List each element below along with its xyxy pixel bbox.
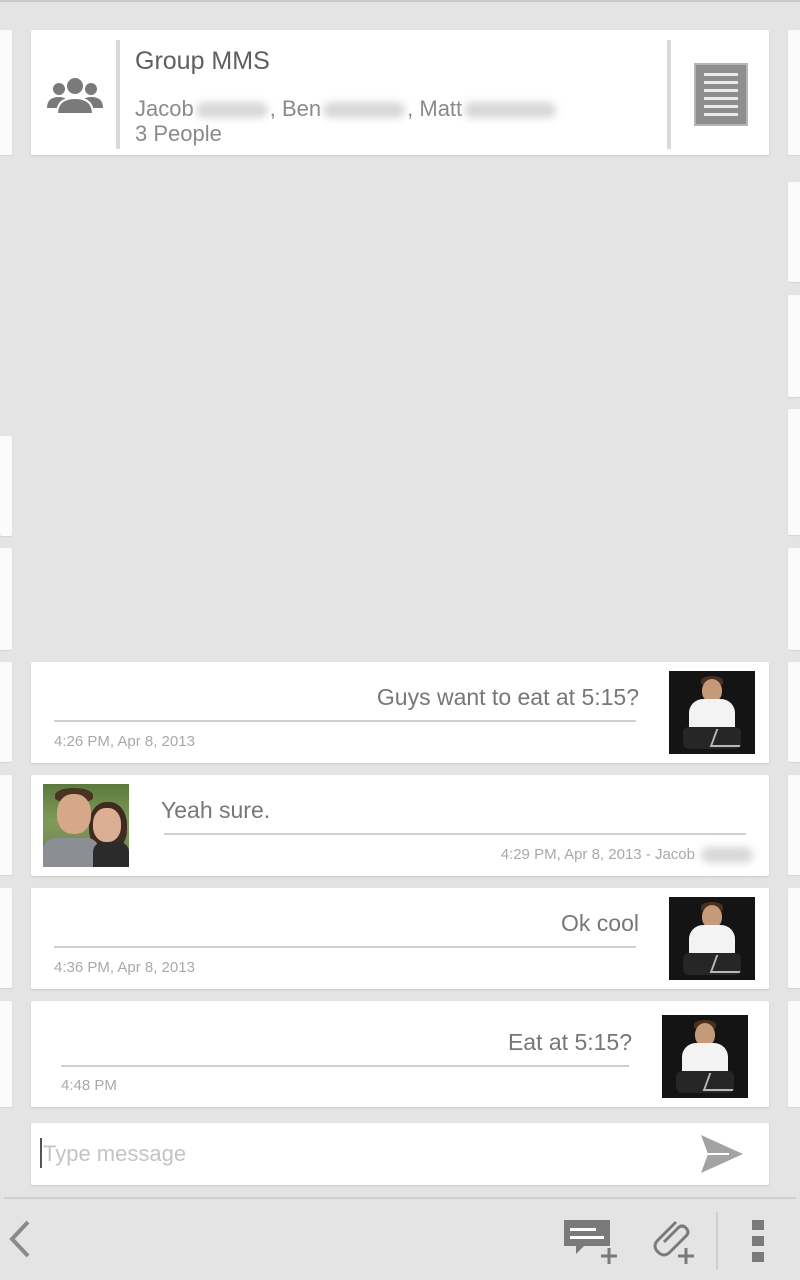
right-card-edge bbox=[788, 662, 800, 762]
message-text: Eat at 5:15? bbox=[507, 1029, 632, 1055]
message-composer bbox=[31, 1123, 769, 1185]
message-input[interactable] bbox=[41, 1133, 681, 1175]
attach-icon[interactable] bbox=[646, 1214, 698, 1264]
left-card-edge bbox=[0, 775, 12, 875]
left-card-edge bbox=[0, 888, 12, 988]
list-separator: , bbox=[269, 96, 276, 121]
participant-name: Ben bbox=[281, 96, 322, 121]
action-bar-divider bbox=[4, 1197, 796, 1199]
message-divider bbox=[54, 720, 636, 722]
overflow-menu-icon[interactable] bbox=[748, 1218, 768, 1264]
redacted-surname bbox=[464, 102, 557, 119]
action-bar-separator bbox=[716, 1212, 718, 1270]
left-card-edge bbox=[0, 30, 12, 155]
right-card-edge bbox=[788, 30, 800, 155]
right-card-edge bbox=[788, 409, 800, 535]
redacted-surname bbox=[701, 847, 753, 863]
message-text: Ok cool bbox=[561, 910, 639, 936]
message-timestamp: 4:29 PM, Apr 8, 2013 - Jacob bbox=[500, 846, 695, 863]
left-card-edge bbox=[0, 662, 12, 762]
right-card-edge bbox=[788, 295, 800, 397]
message-bubble-received[interactable]: Yeah sure. 4:29 PM, Apr 8, 2013 - Jacob bbox=[31, 775, 769, 876]
left-card-edge bbox=[0, 1001, 12, 1107]
top-divider bbox=[0, 0, 800, 2]
avatar[interactable] bbox=[669, 671, 755, 754]
message-timestamp: 4:36 PM, Apr 8, 2013 bbox=[54, 959, 195, 976]
new-message-icon[interactable] bbox=[562, 1218, 622, 1264]
header-divider bbox=[667, 40, 671, 149]
list-separator: , bbox=[407, 96, 414, 121]
left-card-edge bbox=[0, 436, 12, 536]
header-divider bbox=[116, 40, 120, 149]
group-icon bbox=[47, 76, 103, 114]
right-card-edge bbox=[788, 548, 800, 650]
redacted-surname bbox=[195, 102, 268, 119]
document-icon[interactable] bbox=[694, 63, 748, 126]
message-divider bbox=[164, 833, 746, 835]
right-card-edge bbox=[788, 775, 800, 875]
right-card-edge bbox=[788, 1001, 800, 1107]
message-bubble-sent[interactable]: Eat at 5:15? 4:48 PM bbox=[31, 1001, 769, 1107]
participant-name: Jacob bbox=[135, 96, 194, 121]
right-card-edge bbox=[788, 888, 800, 988]
participant-count: 3 People bbox=[135, 121, 222, 146]
avatar[interactable] bbox=[669, 897, 755, 980]
message-timestamp: 4:26 PM, Apr 8, 2013 bbox=[54, 733, 195, 750]
avatar[interactable] bbox=[43, 784, 129, 867]
send-icon[interactable] bbox=[699, 1133, 745, 1175]
message-text: Yeah sure. bbox=[161, 797, 271, 823]
message-text: Guys want to eat at 5:15? bbox=[376, 684, 639, 710]
left-card-edge bbox=[0, 548, 12, 650]
message-divider bbox=[61, 1065, 629, 1067]
participant-list: Jacob, Ben, Matt bbox=[135, 96, 558, 122]
right-card-edge bbox=[788, 182, 800, 282]
conversation-title: Group MMS bbox=[135, 47, 270, 75]
avatar[interactable] bbox=[662, 1015, 748, 1098]
back-chevron-icon[interactable] bbox=[4, 1218, 34, 1260]
message-bubble-sent[interactable]: Ok cool 4:36 PM, Apr 8, 2013 bbox=[31, 888, 769, 989]
redacted-surname bbox=[323, 102, 406, 119]
message-divider bbox=[54, 946, 636, 948]
participant-name: Matt bbox=[419, 96, 463, 121]
message-bubble-sent[interactable]: Guys want to eat at 5:15? 4:26 PM, Apr 8… bbox=[31, 662, 769, 763]
message-timestamp: 4:48 PM bbox=[61, 1077, 117, 1094]
conversation-header[interactable]: Group MMS Jacob, Ben, Matt 3 People bbox=[31, 30, 769, 155]
